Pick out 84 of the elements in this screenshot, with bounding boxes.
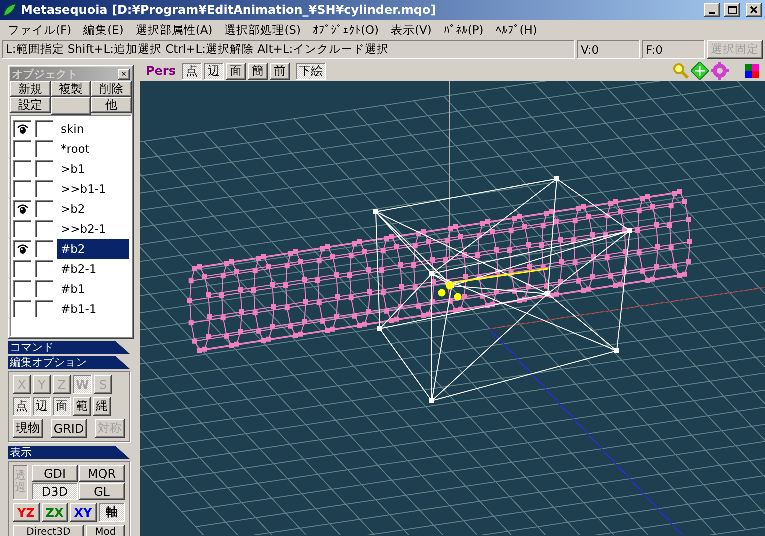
lock-toggle[interactable] [35, 160, 54, 178]
renderer-button[interactable]: D3D [32, 483, 78, 500]
view-plane-button[interactable]: 軸 [98, 503, 125, 522]
visibility-toggle[interactable] [13, 300, 32, 318]
renderer-button[interactable]: MQR [79, 465, 125, 482]
maximize-button[interactable] [724, 3, 740, 17]
view-plane-button[interactable]: XY [70, 503, 96, 522]
object-list-item[interactable]: #b2-1 [57, 259, 129, 279]
edit-option-button[interactable]: 縄 [93, 397, 111, 416]
lock-toggle[interactable] [35, 240, 54, 258]
visibility-toggle[interactable] [13, 180, 32, 198]
lock-toggle[interactable] [35, 180, 54, 198]
edit-option-button[interactable]: 辺 [33, 397, 51, 416]
view-toggle-button[interactable]: 点 [182, 62, 202, 80]
view-toggle-button[interactable]: 簡 [248, 62, 268, 80]
render-mode-button[interactable]: Direct3D [13, 525, 84, 536]
object-list-item[interactable]: >>b2-1 [57, 219, 129, 239]
object-list-item[interactable]: skin [57, 119, 129, 139]
object-list-item[interactable]: #b1-1 [57, 299, 129, 319]
face-count: F:0 [642, 40, 705, 59]
menu-item[interactable]: ﾍﾙﾌﾟ(H) [490, 23, 544, 37]
renderer-button[interactable]: GL [79, 483, 125, 500]
visibility-toggle[interactable] [13, 120, 32, 138]
move-icon[interactable] [691, 62, 709, 80]
edit-option-button[interactable]: GRID [50, 419, 88, 438]
object-action-button[interactable]: 他 [91, 97, 132, 113]
menu-item[interactable]: ファイル(F) [2, 22, 78, 38]
menu-item[interactable]: 表示(V) [385, 22, 438, 38]
status-hint: L:範囲指定 Shift+L:追加選択 Ctrl+L:選択解除 Alt+L:インクルード選択 [2, 40, 575, 59]
view-toggle-button[interactable]: 前 [270, 62, 290, 80]
object-action-button[interactable]: 新規 [10, 81, 51, 97]
lock-toggle[interactable] [35, 220, 54, 238]
edit-option-button[interactable]: 点 [13, 397, 31, 416]
visibility-toggle[interactable] [13, 140, 32, 158]
visibility-toggle[interactable] [13, 280, 32, 298]
edit-option-button[interactable]: 範 [73, 397, 91, 416]
object-action-button[interactable]: 削除 [91, 81, 132, 97]
lock-toggle[interactable] [35, 260, 54, 278]
menu-item[interactable]: 選択部処理(S) [218, 22, 307, 38]
eye-icon [16, 124, 28, 134]
eye-icon [16, 244, 28, 254]
visibility-toggle[interactable] [13, 200, 32, 218]
menu-item[interactable]: 選択部属性(A) [130, 22, 219, 38]
object-list-item[interactable]: #b2 [57, 239, 129, 259]
visibility-toggle[interactable] [13, 220, 32, 238]
object-list-item[interactable]: >>b1-1 [57, 179, 129, 199]
visibility-toggle[interactable] [13, 260, 32, 278]
edit-option-button[interactable]: 面 [53, 397, 71, 416]
visibility-toggle[interactable] [13, 240, 32, 258]
color-grid-icon[interactable] [745, 64, 759, 78]
lock-toggle[interactable] [35, 200, 54, 218]
maximize-icon [728, 6, 736, 14]
view-toggle-button[interactable]: 下絵 [296, 62, 326, 80]
object-list-item[interactable]: #b1 [57, 279, 129, 299]
edit-options-header[interactable]: 編集オプション [8, 356, 130, 369]
render-mode-button[interactable]: Mod [86, 525, 125, 536]
view-toggle-button[interactable]: 面 [226, 62, 246, 80]
display-header[interactable]: 表示 [8, 446, 130, 459]
menu-item[interactable]: ﾊﾟﾈﾙ(P) [438, 23, 490, 37]
close-button[interactable] [746, 3, 762, 17]
object-list-item[interactable]: >b1 [57, 159, 129, 179]
app-leaf-icon [3, 3, 17, 17]
eye-icon [16, 204, 28, 214]
close-icon [750, 6, 758, 14]
projection-label[interactable]: Pers [146, 64, 176, 78]
object-list-item[interactable]: *root [57, 139, 129, 159]
panel-close-button[interactable]: × [118, 68, 130, 80]
lock-toggle[interactable] [35, 120, 54, 138]
lock-toggle[interactable] [35, 280, 54, 298]
renderer-button[interactable]: GDI [32, 465, 78, 482]
object-action-button[interactable]: 複製 [50, 81, 92, 97]
window-title: Metasequoia [D:¥Program¥EditAnimation_¥SH¥cylinder.mqo] [21, 3, 438, 17]
edit-option-button[interactable]: 現物 [13, 419, 43, 438]
menu-item[interactable]: ｵﾌﾞｼﾞｪｸﾄ(O) [306, 23, 385, 37]
object-action-button[interactable]: 設定 [10, 97, 51, 113]
menu-item[interactable]: 編集(E) [78, 22, 130, 38]
visibility-toggle[interactable] [13, 160, 32, 178]
lock-toggle[interactable] [35, 140, 54, 158]
command-header[interactable]: コマンド [8, 341, 130, 354]
vertex-count: V:0 [577, 40, 640, 59]
object-list-item[interactable]: >b2 [57, 199, 129, 219]
minimize-button[interactable] [704, 3, 720, 17]
rotate-icon[interactable] [711, 62, 729, 80]
view-toggle-button[interactable]: 辺 [204, 62, 224, 80]
